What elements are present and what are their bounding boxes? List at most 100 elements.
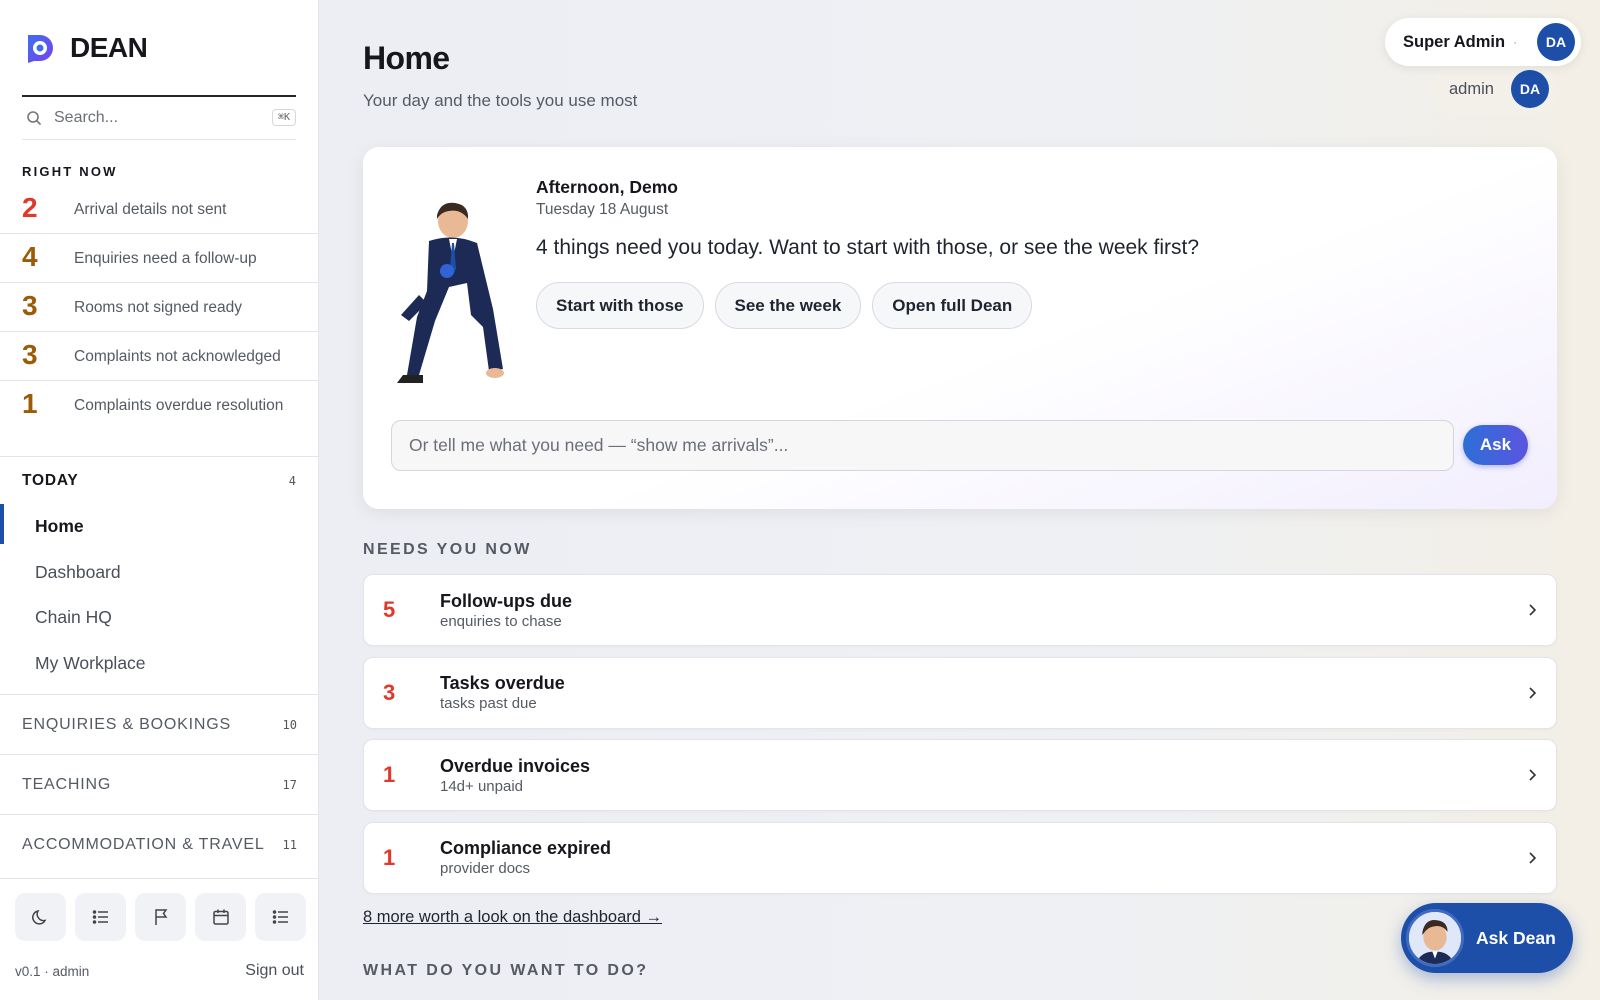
right-now-count: 1	[22, 388, 38, 419]
right-now-count: 2	[22, 192, 38, 223]
list-button[interactable]	[255, 893, 306, 941]
open-full-dean-button[interactable]: Open full Dean	[872, 282, 1033, 329]
section-accommodation-travel[interactable]: ACCOMMODATION & TRAVEL 11	[0, 814, 319, 874]
right-now-item[interactable]: 1 Complaints overdue resolution	[0, 381, 319, 457]
page-subtitle: Your day and the tools you use most	[363, 91, 638, 110]
nav-item-dashboard[interactable]: Dashboard	[0, 550, 319, 596]
today-heading: TODAY	[22, 472, 79, 489]
see-the-week-button[interactable]: See the week	[714, 282, 862, 329]
right-now-item[interactable]: 3 Rooms not signed ready	[0, 283, 319, 332]
ask-dean-button[interactable]: Ask Dean	[1401, 903, 1573, 973]
calendar-button[interactable]	[195, 893, 246, 941]
need-subtitle: enquiries to chase	[440, 612, 562, 630]
right-now-label: Rooms not signed ready	[74, 299, 243, 316]
greeting-title: Afternoon, Demo	[536, 177, 678, 197]
right-now-count: 3	[22, 339, 38, 370]
section-count: 11	[282, 837, 297, 852]
need-title: Compliance expired	[440, 838, 612, 858]
greeting-card: Afternoon, Demo Tuesday 18 August 4 thin…	[363, 147, 1557, 509]
avatar: DA	[1537, 23, 1575, 61]
list-button[interactable]	[75, 893, 126, 941]
page-title: Home	[363, 40, 450, 76]
need-subtitle: provider docs	[440, 860, 531, 877]
need-count: 1	[383, 844, 396, 870]
right-now-label: Enquiries need a follow-up	[74, 250, 257, 267]
tool-row	[15, 893, 306, 941]
needs-list: 5 Follow-ups due enquiries to chase 3 Ta…	[363, 574, 1557, 904]
dashboard-more-link[interactable]: 8 more worth a look on the dashboard →	[363, 908, 662, 927]
today-section-header[interactable]: TODAY 4	[22, 472, 296, 490]
chevron-right-icon	[1529, 686, 1537, 699]
need-text: Compliance expired provider docs	[440, 838, 611, 877]
user-name: admin	[1449, 79, 1494, 98]
nav-item-my-workplace[interactable]: My Workplace	[0, 641, 319, 687]
need-count: 5	[383, 597, 396, 622]
start-with-those-button[interactable]: Start with those	[536, 282, 704, 329]
need-item-tasks-overdue[interactable]: 3 Tasks overdue tasks past due	[363, 656, 1557, 729]
dean-mascot-icon	[397, 202, 504, 383]
need-text: Overdue invoices 14d+ unpaid	[440, 756, 590, 795]
need-count: 1	[383, 762, 396, 787]
search-bar[interactable]: ⌘K	[22, 95, 296, 140]
right-now-label: Arrival details not sent	[74, 201, 227, 218]
user-name: Super Admin	[1403, 32, 1506, 51]
search-input[interactable]	[54, 109, 254, 127]
section-title: ENQUIRIES & BOOKINGS	[22, 715, 231, 733]
list-icon	[92, 910, 108, 924]
need-text: Tasks overdue tasks past due	[440, 673, 565, 712]
greeting-actions: Start with those See the week Open full …	[536, 282, 1033, 329]
need-item-overdue-invoices[interactable]: 1 Overdue invoices 14d+ unpaid	[363, 739, 1557, 811]
right-now-item[interactable]: 4 Enquiries need a follow-up	[0, 234, 319, 283]
user-chip[interactable]: Super Admin · DA	[1385, 18, 1581, 66]
need-item-compliance-expired[interactable]: 1 Compliance expired provider docs	[363, 821, 1557, 894]
nav-item-chain-hq[interactable]: Chain HQ	[0, 595, 319, 641]
theme-toggle-button[interactable]	[15, 893, 66, 941]
greeting-date: Tuesday 18 August	[536, 201, 669, 218]
brand[interactable]: DEAN	[24, 32, 148, 64]
version-label: v0.1 · admin	[15, 963, 90, 979]
greeting-message: 4 things need you today. Want to start w…	[536, 236, 1200, 259]
search-icon	[27, 111, 42, 126]
need-item-follow-ups[interactable]: 5 Follow-ups due enquiries to chase	[363, 574, 1557, 646]
section-title: TEACHING	[22, 775, 112, 793]
flag-button[interactable]	[135, 893, 186, 941]
list-icon	[272, 910, 288, 924]
section-teaching[interactable]: TEACHING 17	[0, 754, 319, 814]
right-now-count: 4	[22, 241, 38, 272]
right-now-label: Complaints overdue resolution	[74, 397, 284, 414]
separator-dot: ·	[1513, 35, 1518, 49]
need-title: Follow-ups due	[440, 590, 572, 611]
main-content: Home Your day and the tools you use most…	[320, 0, 1600, 1000]
need-title: Overdue invoices	[440, 755, 591, 776]
section-title: ACCOMMODATION & TRAVEL	[22, 835, 265, 853]
right-now-item[interactable]: 3 Complaints not acknowledged	[0, 332, 319, 381]
flag-icon	[154, 909, 167, 925]
user-chip-secondary[interactable]: admin DA	[1431, 64, 1559, 114]
section-enquiries-bookings[interactable]: ENQUIRIES & BOOKINGS 10	[0, 694, 319, 754]
section-count: 10	[282, 717, 297, 732]
dean-logo-icon	[28, 35, 53, 63]
chevron-right-icon	[1529, 604, 1537, 616]
what-to-do-heading: WHAT DO YOU WANT TO DO?	[363, 962, 649, 979]
chevron-right-icon	[1529, 769, 1537, 781]
right-now-count: 3	[22, 290, 38, 321]
calendar-icon	[212, 909, 229, 925]
needs-you-now-heading: NEEDS YOU NOW	[363, 541, 532, 558]
need-title: Tasks overdue	[440, 673, 565, 693]
need-subtitle: tasks past due	[440, 695, 537, 712]
right-now-label: Complaints not acknowledged	[74, 348, 281, 365]
right-now-item[interactable]: 2 Arrival details not sent	[0, 185, 319, 234]
ask-dean-input[interactable]	[391, 420, 1454, 471]
today-nav: Home Dashboard Chain HQ My Workplace	[0, 504, 319, 686]
moon-icon	[31, 909, 46, 925]
ask-button[interactable]: Ask	[1463, 425, 1528, 465]
sidebar-footer: v0.1 · admin Sign out	[15, 962, 304, 980]
divider	[0, 878, 319, 879]
today-count: 4	[288, 474, 296, 488]
need-subtitle: 14d+ unpaid	[440, 777, 523, 795]
sign-out-button[interactable]: Sign out	[245, 962, 304, 980]
right-now-heading: RIGHT NOW	[22, 164, 118, 179]
sidebar: DEAN ⌘K RIGHT NOW 2 Arrival details not …	[0, 0, 319, 1000]
brand-name: DEAN	[70, 32, 148, 63]
nav-item-home[interactable]: Home	[0, 504, 319, 550]
